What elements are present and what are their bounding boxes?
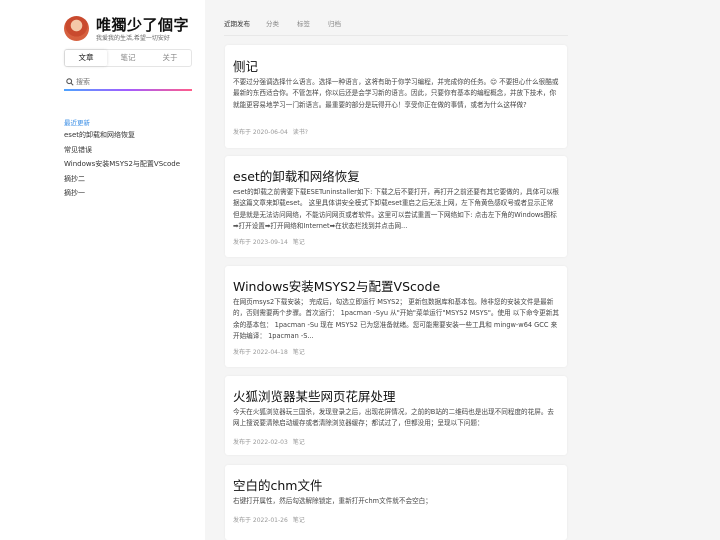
post-excerpt: 在网页msys2下载安装； 完成后，勾选立即运行 MSYS2； 更新包数据库和基… bbox=[233, 298, 559, 340]
post-date: 发布于 2022-01-26 bbox=[233, 517, 288, 524]
tab-about[interactable]: 关于 bbox=[149, 50, 191, 66]
post-date: 发布于 2022-04-18 bbox=[233, 349, 288, 356]
recent-list: eset的卸载和网络恢复 常见错误 Windows安装MSYS2与配置VScod… bbox=[64, 128, 180, 201]
sidebar: 唯獨少了個字 我爱我的生活,希望一切安好 文章 笔记 关于 最近更新 eset的… bbox=[0, 0, 205, 540]
post-title[interactable]: 空白的chm文件 bbox=[233, 475, 322, 494]
post-meta: 发布于 2020-06-04 读书? bbox=[233, 127, 313, 136]
post-meta: 发布于 2022-02-03 笔记 bbox=[233, 437, 310, 446]
post-category[interactable]: 笔记 bbox=[293, 517, 305, 524]
recent-heading: 最近更新 bbox=[64, 119, 90, 127]
post-title[interactable]: 火狐浏览器某些网页花屏处理 bbox=[233, 386, 396, 405]
post-excerpt: eset的卸载之前需要下载ESETuninstaller如下: 下载之后不要打开… bbox=[233, 188, 560, 230]
search-underline bbox=[64, 89, 192, 91]
post-date: 发布于 2020-06-04 bbox=[233, 129, 288, 136]
tab-articles[interactable]: 文章 bbox=[65, 50, 107, 66]
search-box bbox=[64, 76, 192, 90]
recent-item[interactable]: eset的卸载和网络恢复 bbox=[64, 128, 180, 143]
post-category[interactable]: 读书? bbox=[293, 129, 308, 136]
post-excerpt: 今天在火狐浏览器玩三国杀，发现登录之后，出现花屏情况，之前的B站的二维码也是出现… bbox=[233, 408, 555, 428]
post-card[interactable]: 空白的chm文件 右键打开属性，然后勾选解除锁定，重新打开chm文件就不会空白；… bbox=[225, 465, 567, 540]
post-meta: 发布于 2022-01-26 笔记 bbox=[233, 515, 310, 524]
recent-item[interactable]: Windows安装MSYS2与配置VScode bbox=[64, 157, 180, 172]
tab-notes[interactable]: 笔记 bbox=[107, 50, 149, 66]
post-date: 发布于 2023-09-14 bbox=[233, 239, 288, 246]
top-nav: 近期发布 分类 标签 归档 bbox=[224, 14, 341, 36]
post-title[interactable]: eset的卸载和网络恢复 bbox=[233, 166, 360, 185]
site-subtitle: 我爱我的生活,希望一切安好 bbox=[96, 35, 170, 42]
post-card[interactable]: 侧记 不要过分强调选择什么语言。选择一种语言，这将有助于你学习编程，并完成你的任… bbox=[225, 45, 567, 148]
search-icon bbox=[66, 78, 74, 86]
site-title[interactable]: 唯獨少了個字 bbox=[96, 14, 189, 35]
recent-item[interactable]: 摘抄二 bbox=[64, 172, 180, 187]
post-meta: 发布于 2023-09-14 笔记 bbox=[233, 237, 310, 246]
post-meta: 发布于 2022-04-18 笔记 bbox=[233, 347, 310, 356]
post-card[interactable]: eset的卸载和网络恢复 eset的卸载之前需要下载ESETuninstalle… bbox=[225, 156, 567, 257]
post-title[interactable]: Windows安装MSYS2与配置VScode bbox=[233, 276, 440, 295]
nav-archive[interactable]: 归档 bbox=[328, 14, 341, 36]
post-category[interactable]: 笔记 bbox=[293, 239, 305, 246]
post-title[interactable]: 侧记 bbox=[233, 56, 258, 75]
post-excerpt: 不要过分强调选择什么语言。选择一种语言，这将有助于你学习编程，并完成你的任务。😊… bbox=[233, 78, 559, 109]
nav-categories[interactable]: 分类 bbox=[266, 14, 279, 36]
search-input[interactable] bbox=[76, 76, 190, 88]
avatar[interactable] bbox=[64, 16, 89, 41]
recent-item[interactable]: 摘抄一 bbox=[64, 186, 180, 201]
post-card[interactable]: Windows安装MSYS2与配置VScode 在网页msys2下载安装； 完成… bbox=[225, 266, 567, 367]
sidebar-tabs: 文章 笔记 关于 bbox=[64, 49, 192, 67]
post-date: 发布于 2022-02-03 bbox=[233, 439, 288, 446]
recent-item[interactable]: 常见错误 bbox=[64, 143, 180, 158]
post-card[interactable]: 火狐浏览器某些网页花屏处理 今天在火狐浏览器玩三国杀，发现登录之后，出现花屏情况… bbox=[225, 376, 567, 455]
nav-divider bbox=[224, 35, 568, 36]
post-category[interactable]: 笔记 bbox=[293, 349, 305, 356]
post-category[interactable]: 笔记 bbox=[293, 439, 305, 446]
nav-tags[interactable]: 标签 bbox=[297, 14, 310, 36]
nav-recent[interactable]: 近期发布 bbox=[224, 14, 250, 36]
post-excerpt: 右键打开属性，然后勾选解除锁定，重新打开chm文件就不会空白； bbox=[233, 497, 432, 505]
